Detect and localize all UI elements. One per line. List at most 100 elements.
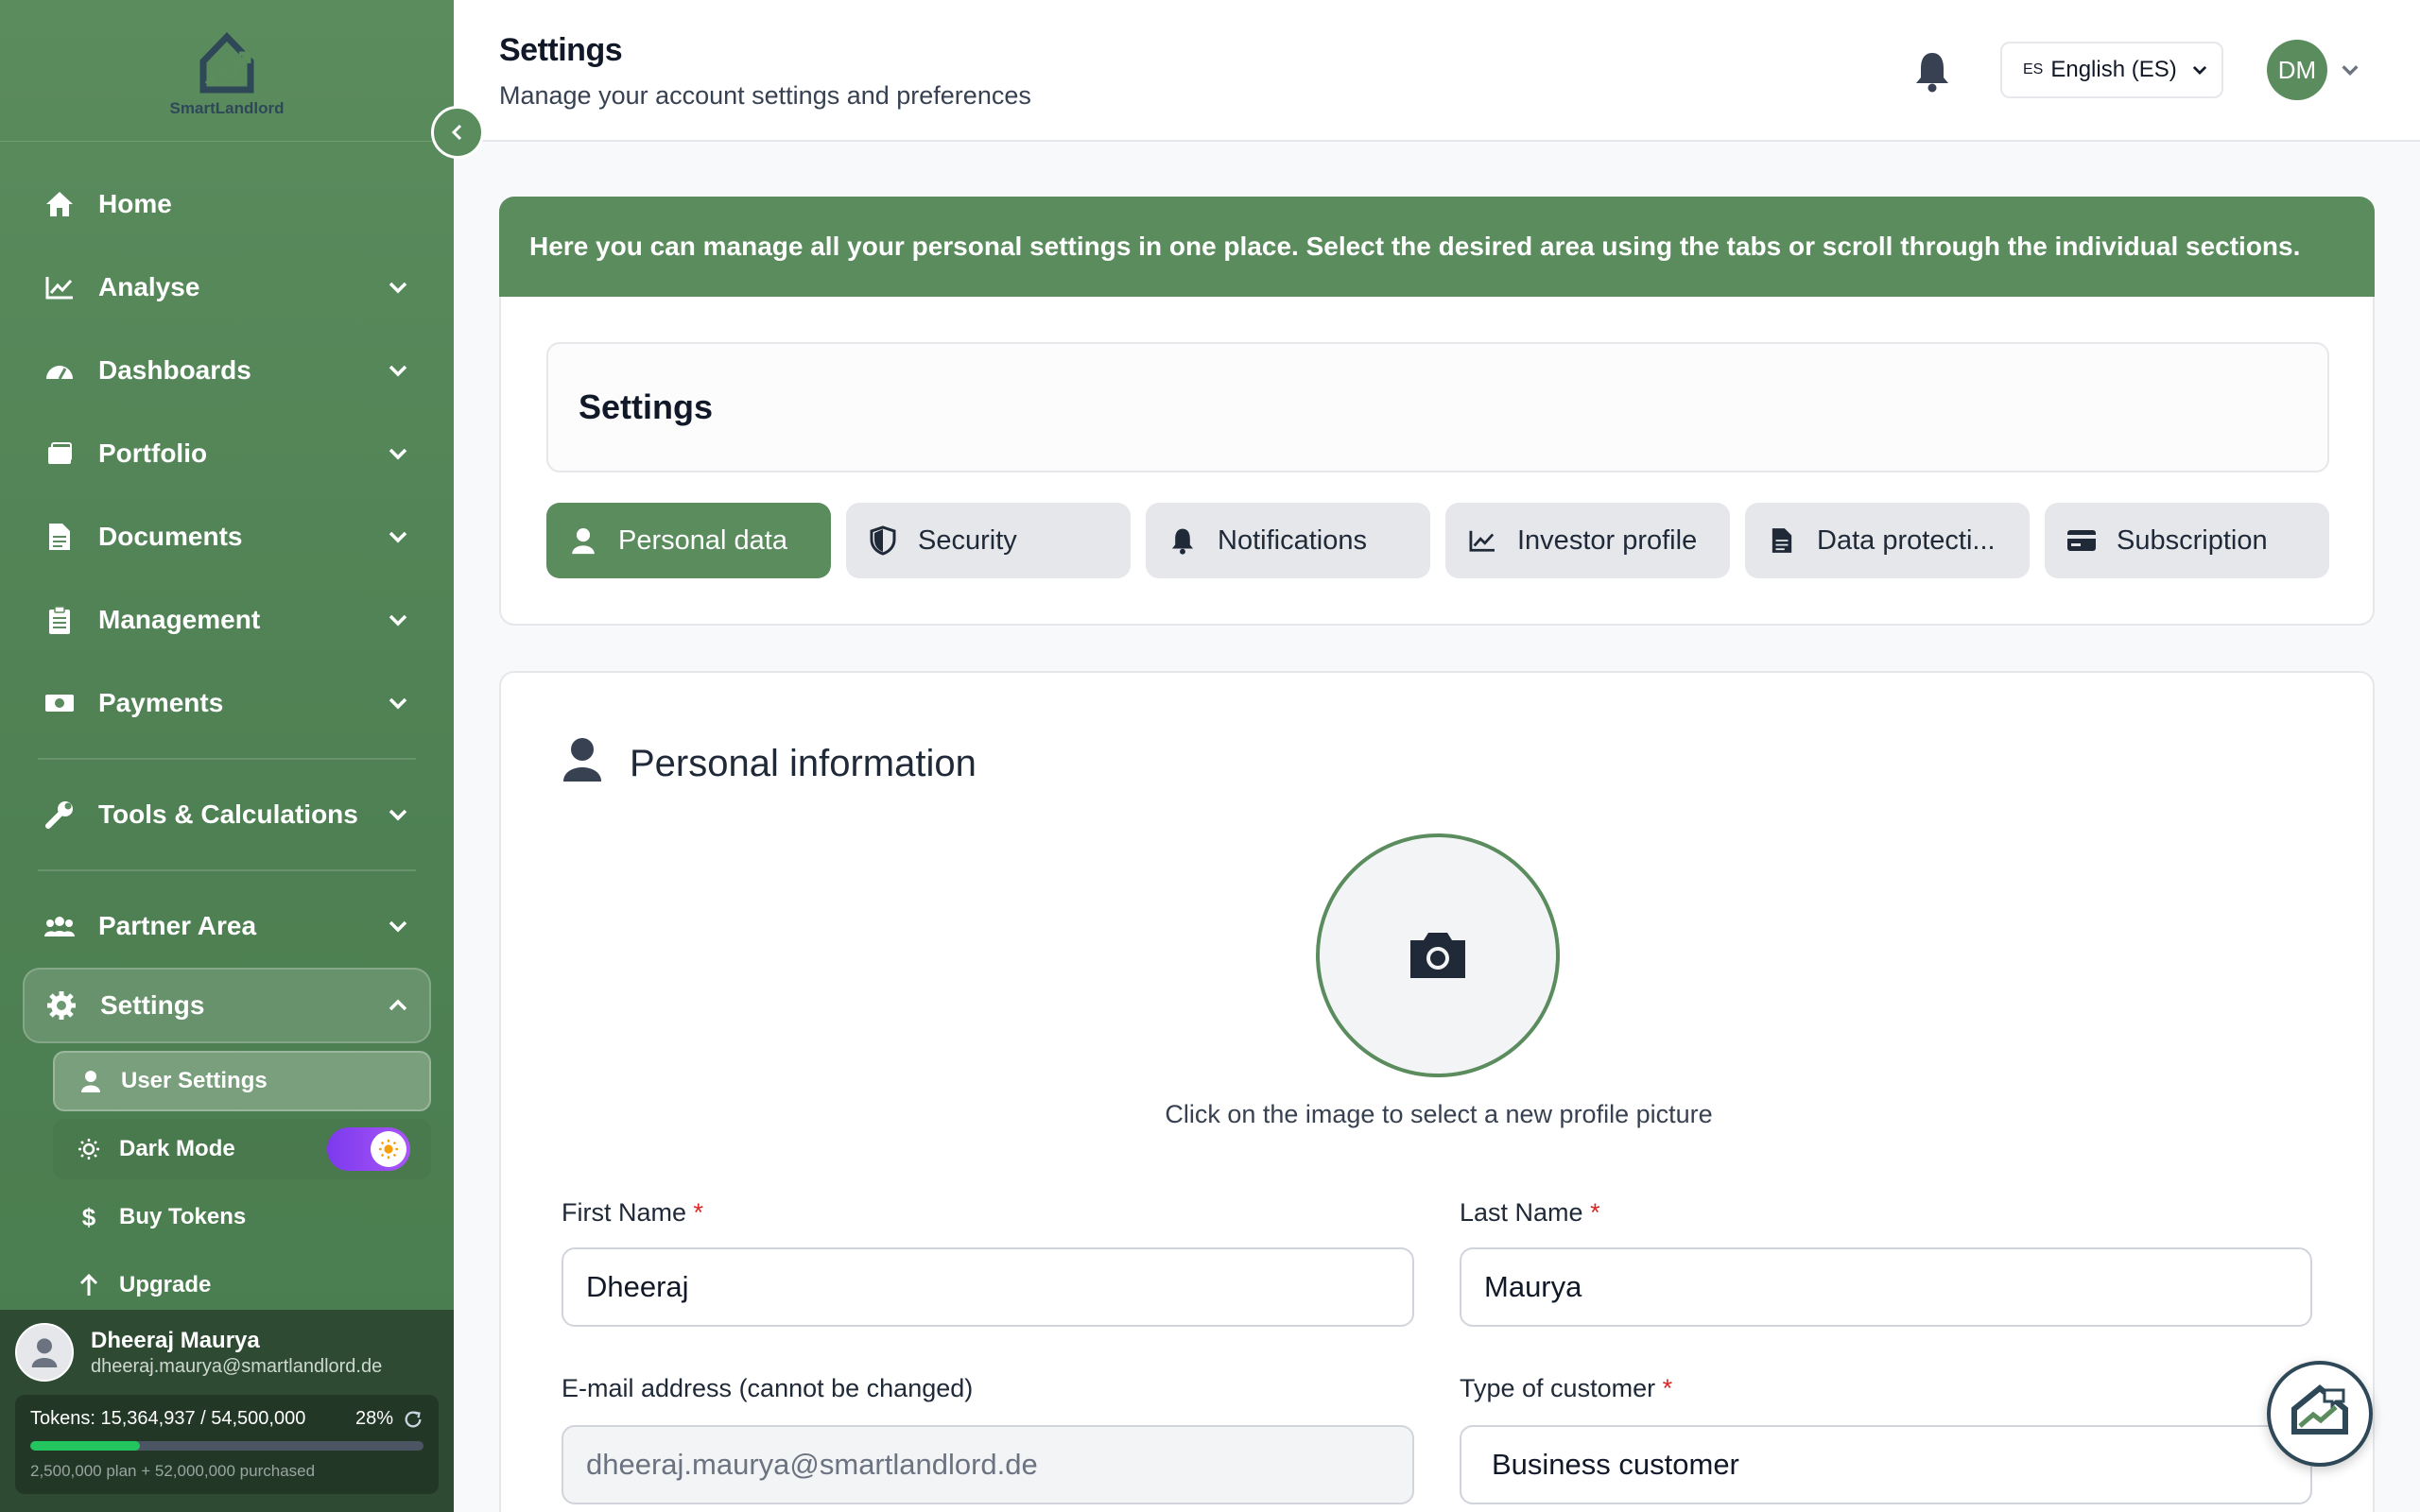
bell-icon bbox=[1167, 524, 1199, 557]
user-icon bbox=[78, 1070, 104, 1092]
bell-icon bbox=[1916, 53, 1948, 93]
tab-data-protection[interactable]: Data protecti... bbox=[1745, 503, 2030, 578]
chevron-down-icon bbox=[389, 531, 407, 543]
label-text: First Name bbox=[562, 1198, 687, 1227]
last-name-field[interactable]: Maurya bbox=[1460, 1247, 2312, 1327]
avatar bbox=[15, 1323, 74, 1382]
wrench-icon bbox=[43, 799, 76, 831]
tab-label: Notifications bbox=[1218, 524, 1367, 556]
sidebar-item-label: Partner Area bbox=[98, 911, 257, 940]
sidebar-item-payments[interactable]: Payments bbox=[0, 662, 454, 745]
top-header: Settings Manage your account settings an… bbox=[454, 0, 2420, 142]
customer-type-select[interactable]: Business customer bbox=[1460, 1425, 2312, 1504]
sidebar-item-label: Management bbox=[98, 605, 261, 634]
tokens-breakdown: 2,500,000 plan + 52,000,000 purchased bbox=[30, 1462, 316, 1480]
token-box: Tokens: 15,364,937 / 54,500,000 28% 2,50… bbox=[15, 1395, 439, 1494]
tab-investor-profile[interactable]: Investor profile bbox=[1445, 503, 1730, 578]
user-info[interactable]: Dheeraj Maurya dheeraj.maurya@smartlandl… bbox=[15, 1323, 439, 1382]
user-panel: Dheeraj Maurya dheeraj.maurya@smartlandl… bbox=[0, 1310, 454, 1512]
sidebar-nav: Home Analyse Dashboards Portfolio Docume… bbox=[0, 142, 454, 1315]
sidebar-item-dark-mode: Dark Mode bbox=[53, 1119, 431, 1179]
clipboard-icon bbox=[43, 604, 76, 636]
users-icon bbox=[43, 910, 76, 942]
chevron-down-icon bbox=[389, 365, 407, 377]
logo[interactable]: SmartLandlord bbox=[0, 0, 454, 142]
chevron-down-icon bbox=[389, 920, 407, 933]
sidebar-item-user-settings[interactable]: User Settings bbox=[53, 1051, 431, 1111]
sun-icon bbox=[76, 1138, 102, 1160]
info-banner: Here you can manage all your personal se… bbox=[499, 197, 2375, 297]
logo-text: SmartLandlord bbox=[169, 98, 285, 117]
collapse-sidebar-button[interactable] bbox=[431, 106, 484, 159]
sidebar-item-label: Upgrade bbox=[119, 1272, 212, 1297]
user-email: dheeraj.maurya@smartlandlord.de bbox=[91, 1355, 383, 1377]
sidebar-item-label: Tools & Calculations bbox=[98, 799, 358, 829]
dark-mode-toggle[interactable] bbox=[327, 1127, 410, 1171]
personal-information-card: Personal information Click on the image … bbox=[499, 671, 2375, 1512]
language-select[interactable]: ES English (ES) bbox=[2000, 42, 2223, 98]
tokens-percent: 28% bbox=[354, 1408, 393, 1429]
tab-label: Data protecti... bbox=[1817, 524, 1996, 556]
sidebar-item-label: Payments bbox=[98, 688, 224, 717]
refresh-icon[interactable] bbox=[403, 1409, 424, 1430]
gear-icon bbox=[45, 989, 78, 1022]
profile-picture-button[interactable] bbox=[1316, 833, 1560, 1077]
sidebar-item-label: Buy Tokens bbox=[119, 1204, 247, 1229]
divider bbox=[38, 758, 416, 760]
page-subtitle: Manage your account settings and prefere… bbox=[499, 81, 1031, 110]
sidebar-item-home[interactable]: Home bbox=[0, 163, 454, 246]
logo-icon bbox=[199, 31, 254, 93]
divider bbox=[38, 869, 416, 871]
sidebar-item-buy-tokens[interactable]: $ Buy Tokens bbox=[53, 1187, 431, 1247]
sidebar-item-analyse[interactable]: Analyse bbox=[0, 246, 454, 329]
sidebar-item-tools[interactable]: Tools & Calculations bbox=[0, 773, 454, 856]
sidebar-item-label: Home bbox=[98, 189, 172, 218]
user-icon bbox=[562, 735, 603, 792]
required-mark: * bbox=[693, 1198, 704, 1227]
section-title: Personal information bbox=[562, 735, 977, 792]
tab-notifications[interactable]: Notifications bbox=[1146, 503, 1430, 578]
email-label: E-mail address (cannot be changed) bbox=[562, 1374, 974, 1402]
email-field: dheeraj.maurya@smartlandlord.de bbox=[562, 1425, 1414, 1504]
label-text: Last Name bbox=[1460, 1198, 1583, 1227]
tab-label: Investor profile bbox=[1517, 524, 1698, 556]
sidebar-item-upgrade[interactable]: Upgrade bbox=[53, 1255, 431, 1315]
tab-label: Personal data bbox=[618, 524, 787, 556]
last-name-label: Last Name * bbox=[1460, 1198, 1600, 1228]
tab-personal-data[interactable]: Personal data bbox=[546, 503, 831, 578]
chat-assistant-button[interactable] bbox=[2267, 1361, 2373, 1467]
chevron-down-icon bbox=[389, 809, 407, 821]
credit-card-icon bbox=[2066, 524, 2098, 557]
document-icon bbox=[43, 521, 76, 553]
tab-security[interactable]: Security bbox=[846, 503, 1131, 578]
chevron-up-icon bbox=[389, 999, 407, 1011]
sidebar-item-dashboards[interactable]: Dashboards bbox=[0, 329, 454, 412]
toggle-knob bbox=[371, 1131, 406, 1167]
sidebar-item-management[interactable]: Management bbox=[0, 578, 454, 662]
sidebar-item-label: Settings bbox=[100, 990, 205, 1020]
document-icon bbox=[1766, 524, 1798, 557]
tab-label: Subscription bbox=[2117, 524, 2268, 556]
sidebar-item-partner-area[interactable]: Partner Area bbox=[0, 885, 454, 968]
first-name-field[interactable]: Dheeraj bbox=[562, 1247, 1414, 1327]
folder-icon bbox=[43, 438, 76, 470]
sidebar-item-documents[interactable]: Documents bbox=[0, 495, 454, 578]
tab-subscription[interactable]: Subscription bbox=[2045, 503, 2329, 578]
user-icon bbox=[567, 524, 599, 557]
required-mark: * bbox=[1590, 1198, 1600, 1227]
home-icon bbox=[43, 188, 76, 220]
label-text: Type of customer bbox=[1460, 1374, 1656, 1402]
sidebar-item-portfolio[interactable]: Portfolio bbox=[0, 412, 454, 495]
sidebar-item-label: Analyse bbox=[98, 272, 200, 301]
sidebar: SmartLandlord Home Analyse Dashboards Po… bbox=[0, 0, 454, 1512]
user-avatar-button[interactable]: DM bbox=[2267, 40, 2327, 100]
chart-line-icon bbox=[1466, 524, 1498, 557]
chat-icon bbox=[2291, 1384, 2348, 1435]
sidebar-item-label: Dashboards bbox=[98, 355, 251, 385]
select-value: Business customer bbox=[1492, 1448, 1739, 1481]
notifications-button[interactable] bbox=[1913, 49, 1951, 93]
chevron-down-icon[interactable] bbox=[2339, 59, 2361, 81]
chevron-down-icon bbox=[389, 614, 407, 627]
sidebar-item-settings[interactable]: Settings bbox=[23, 968, 431, 1043]
section-title-text: Personal information bbox=[630, 742, 977, 784]
